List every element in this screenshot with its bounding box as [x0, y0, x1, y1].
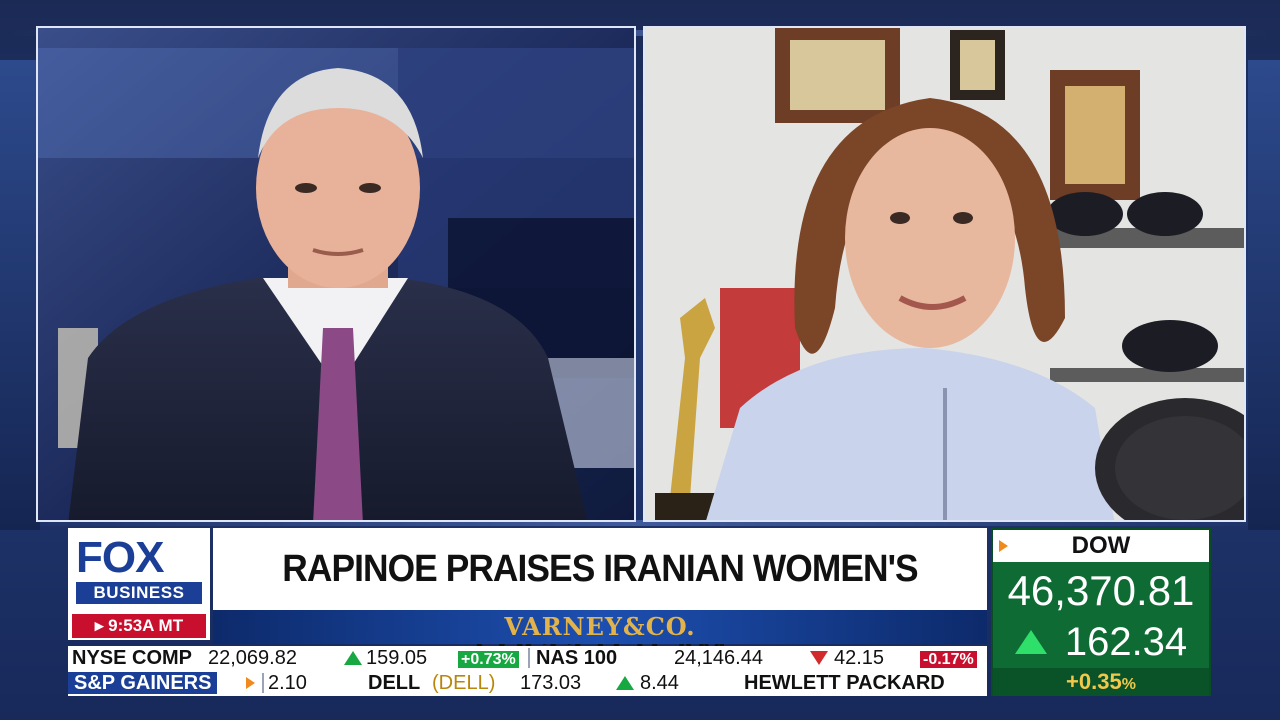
nas-pct: -0.17% [920, 646, 977, 670]
stock-price: 173.03 [520, 672, 582, 694]
gainers-label: S&P GAINERS [68, 672, 218, 694]
ticker-divider [528, 648, 530, 668]
dow-index-box: DOW 46,370.81 162.34 +0.35% [991, 528, 1211, 696]
show-logo: VARNEY&CO. [504, 612, 696, 641]
nas-change: 42.15 [834, 647, 885, 669]
guest-video-panel [643, 26, 1246, 522]
background-left-edge [0, 60, 40, 530]
market-ticker-row-2: S&P GAINERS 2.10 DELL (DELL) 173.03 8.44… [68, 670, 987, 696]
up-arrow-icon [344, 651, 362, 665]
dow-percent-sign: % [1121, 676, 1136, 693]
nyse-label: NYSE COMP [72, 647, 193, 669]
prev-change: 2.10 [268, 672, 307, 694]
dow-header: DOW [993, 530, 1209, 562]
dow-percent-value: +0.35 [1066, 669, 1122, 694]
nas-pct-badge: -0.17% [920, 651, 977, 668]
background-right-edge [1248, 60, 1280, 530]
guest-video-icon [645, 28, 1244, 520]
ticker-divider [262, 673, 264, 693]
gainers-arrow-icon [246, 677, 255, 689]
dow-change-row: 162.34 [993, 618, 1209, 666]
up-arrow-icon [1015, 630, 1047, 654]
broadcast-clock: ▸ 9:53A MT [72, 614, 206, 638]
gainers-label-wrap: S&P GAINERS [68, 670, 218, 696]
dow-label: DOW [1071, 532, 1131, 559]
show-name-bar: VARNEY&CO. [213, 610, 987, 644]
nyse-pct: +0.73% [458, 646, 519, 670]
stock-change: 8.44 [640, 672, 679, 694]
nyse-pct-badge: +0.73% [458, 651, 519, 668]
fox-business-logo: FOX BUSINESS ▸ 9:53A MT [68, 528, 210, 640]
nas-value: 24,146.44 [674, 647, 763, 669]
headline-banner: RAPINOE PRAISES IRANIAN WOMEN'S SOCCER T… [213, 528, 987, 672]
market-ticker-row-1: NYSE COMP 22,069.82 159.05 +0.73% NAS 10… [68, 646, 987, 670]
host-video-icon [38, 28, 634, 520]
headline-text: RAPINOE PRAISES IRANIAN WOMEN'S SOCCER T… [282, 548, 918, 672]
stock-name: DELL [368, 672, 421, 694]
dow-percent: +0.35% [993, 668, 1209, 696]
up-arrow-icon [616, 676, 634, 690]
dow-value: 46,370.81 [1007, 567, 1195, 614]
clock-time: 9:53A MT [108, 616, 184, 635]
clock-arrow-icon: ▸ [94, 616, 104, 635]
nyse-change: 159.05 [366, 647, 428, 669]
dow-change: 162.34 [1064, 620, 1188, 664]
down-arrow-icon [810, 651, 828, 665]
nyse-value: 22,069.82 [208, 647, 297, 669]
dow-percent-bar: +0.35% [993, 668, 1209, 696]
logo-wordmark: FOX [76, 533, 164, 582]
host-video-panel [36, 26, 636, 522]
nas-label: NAS 100 [536, 647, 618, 669]
logo-subline: BUSINESS [76, 582, 202, 604]
stock-symbol: (DELL) [432, 672, 496, 694]
next-stock-name: HEWLETT PACKARD [744, 672, 945, 694]
